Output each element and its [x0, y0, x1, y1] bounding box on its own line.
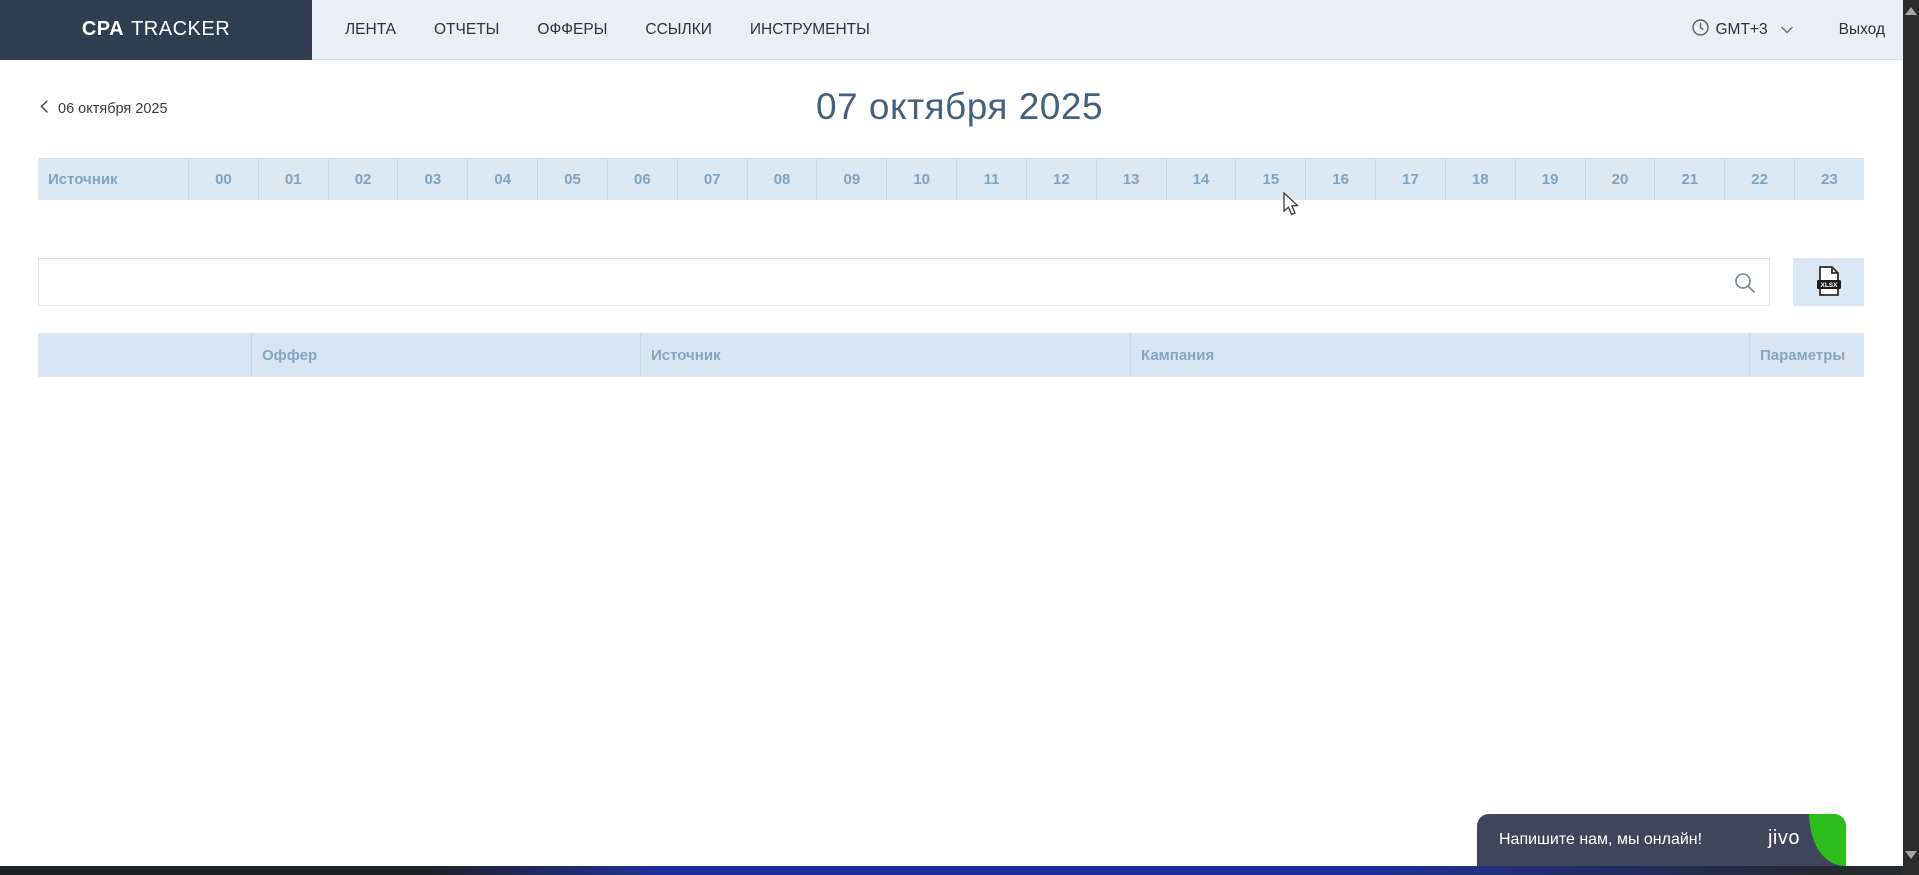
hour-header-12: 12	[1026, 159, 1096, 200]
column-header-2: Источник	[640, 333, 1130, 377]
chevron-down-icon	[1781, 21, 1793, 39]
hour-header-17: 17	[1375, 159, 1445, 200]
logo-light: TRACKER	[131, 18, 230, 41]
nav-item-otchety[interactable]: ОТЧЕТЫ	[434, 21, 499, 39]
scroll-down-arrow-icon[interactable]	[1905, 851, 1917, 859]
xlsx-file-icon: XLSX	[1815, 265, 1843, 300]
chat-message: Напишите нам, мы онлайн!	[1499, 831, 1702, 849]
column-header-empty	[38, 333, 251, 377]
jivo-logo: jivo	[1768, 827, 1800, 850]
search-icon[interactable]	[1733, 271, 1757, 300]
hour-header-19: 19	[1515, 159, 1585, 200]
top-bar: CPA TRACKER ЛЕНТА ОТЧЕТЫ ОФФЕРЫ ССЫЛКИ И…	[0, 0, 1919, 60]
clock-icon	[1692, 19, 1709, 41]
nav-item-offery[interactable]: ОФФЕРЫ	[537, 21, 607, 39]
search-box	[38, 258, 1770, 306]
hour-header-10: 10	[886, 159, 956, 200]
logout-button[interactable]: Выход	[1839, 21, 1885, 39]
main-nav: ЛЕНТА ОТЧЕТЫ ОФФЕРЫ ССЫЛКИ ИНСТРУМЕНТЫ	[345, 21, 870, 39]
bottom-edge-band	[0, 866, 1919, 875]
hour-header-08: 08	[747, 159, 817, 200]
timezone-label: GMT+3	[1716, 21, 1768, 39]
hour-header-18: 18	[1445, 159, 1515, 200]
hour-header-09: 09	[816, 159, 886, 200]
nav-item-lenta[interactable]: ЛЕНТА	[345, 21, 396, 39]
hour-header-03: 03	[397, 159, 467, 200]
hour-header-04: 04	[467, 159, 537, 200]
nav-item-ssylki[interactable]: ССЫЛКИ	[645, 21, 711, 39]
hour-header-20: 20	[1585, 159, 1655, 200]
hour-header-15: 15	[1235, 159, 1305, 200]
hour-header-13: 13	[1096, 159, 1166, 200]
hour-header-16: 16	[1305, 159, 1375, 200]
hour-header-00: 00	[188, 159, 258, 200]
hour-header-21: 21	[1654, 159, 1724, 200]
prev-date-label: 06 октября 2025	[58, 101, 168, 117]
search-row: XLSX	[38, 258, 1864, 306]
date-section: 06 октября 2025 07 октября 2025	[0, 60, 1919, 158]
logo[interactable]: CPA TRACKER	[0, 0, 312, 60]
hour-header-11: 11	[956, 159, 1026, 200]
logo-bold: CPA	[82, 18, 124, 41]
column-header-3: Кампания	[1130, 333, 1749, 377]
top-right-group: GMT+3 Выход	[1692, 0, 1886, 60]
hours-header-row: Источник 0001020304050607080910111213141…	[38, 158, 1864, 200]
hour-header-23: 23	[1794, 159, 1864, 200]
column-header-4: Параметры	[1749, 333, 1864, 377]
hour-header-07: 07	[677, 159, 747, 200]
hour-header-06: 06	[607, 159, 677, 200]
jivo-leaf-icon	[1808, 814, 1846, 866]
nav-item-instrumenty[interactable]: ИНСТРУМЕНТЫ	[750, 21, 870, 39]
chevron-left-icon	[40, 100, 48, 117]
timezone-select[interactable]: GMT+3	[1692, 19, 1793, 41]
vertical-scrollbar[interactable]	[1903, 0, 1919, 875]
hour-header-01: 01	[258, 159, 328, 200]
prev-date-link[interactable]: 06 октября 2025	[40, 100, 168, 117]
hours-source-header: Источник	[38, 159, 188, 200]
hour-header-02: 02	[328, 159, 398, 200]
hour-header-14: 14	[1166, 159, 1236, 200]
svg-text:XLSX: XLSX	[1820, 282, 1838, 289]
page-title: 07 октября 2025	[0, 60, 1919, 128]
search-input[interactable]	[39, 259, 1769, 305]
hour-header-22: 22	[1724, 159, 1794, 200]
column-header-1: Оффер	[251, 333, 640, 377]
export-xlsx-button[interactable]: XLSX	[1793, 258, 1864, 306]
data-table-header: ОфферИсточникКампанияПараметры	[38, 333, 1864, 377]
chat-widget[interactable]: Напишите нам, мы онлайн! jivo	[1477, 814, 1846, 866]
hour-header-05: 05	[537, 159, 607, 200]
scroll-up-arrow-icon[interactable]	[1905, 7, 1917, 15]
